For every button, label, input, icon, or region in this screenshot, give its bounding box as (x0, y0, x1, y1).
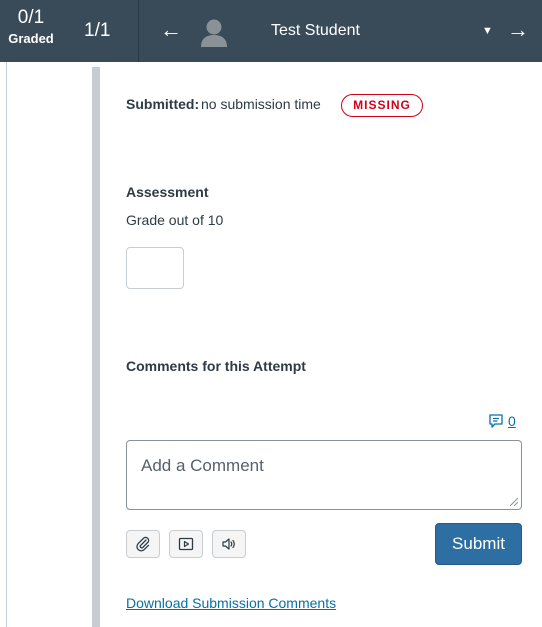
submit-button[interactable]: Submit (435, 523, 522, 565)
graded-counter: 0/1 Graded (0, 0, 62, 62)
graded-label: Graded (8, 31, 54, 46)
download-comments-link[interactable]: Download Submission Comments (126, 594, 336, 612)
arrow-right-icon[interactable]: → (507, 17, 529, 43)
speedgrader-header: 0/1 Graded 1/1 ← Test Student ▼ → (0, 0, 542, 62)
student-name[interactable]: Test Student (271, 21, 360, 41)
assessment-title: Assessment (126, 184, 209, 200)
comments-title: Comments for this Attempt (126, 358, 306, 374)
audio-icon (222, 538, 235, 550)
header-divider (138, 0, 139, 62)
comment-placeholder: Add a Comment (141, 456, 264, 475)
avatar (201, 19, 227, 47)
graded-count: 0/1 (17, 7, 45, 28)
comment-count: 0 (508, 413, 516, 429)
comment-count-link[interactable]: 0 (488, 412, 516, 430)
paperclip-icon (136, 536, 150, 552)
status-badge: MISSING (341, 94, 423, 117)
arrow-left-icon[interactable]: ← (160, 17, 182, 43)
submitted-value: no submission time (201, 96, 321, 112)
grade-input[interactable] (126, 247, 184, 289)
media-comment-button[interactable] (169, 530, 203, 558)
panel-resize-bar[interactable] (92, 67, 100, 627)
student-position: 1/1 (84, 20, 111, 41)
left-panel-border (6, 62, 7, 627)
comment-icon (489, 414, 503, 428)
attach-file-button[interactable] (126, 530, 160, 558)
grade-label: Grade out of 10 (126, 212, 224, 228)
audio-comment-button[interactable] (212, 530, 246, 558)
comment-textarea[interactable]: Add a Comment (126, 440, 522, 510)
resize-grip-icon[interactable] (510, 498, 518, 506)
video-icon (178, 537, 194, 551)
submitted-label: Submitted: (126, 96, 200, 112)
caret-down-icon[interactable]: ▼ (482, 23, 493, 39)
